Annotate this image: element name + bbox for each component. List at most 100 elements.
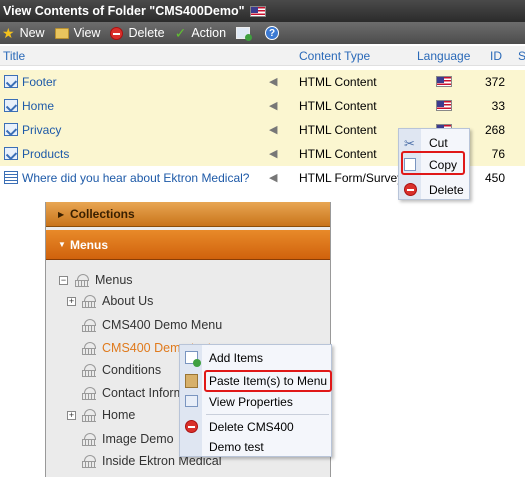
row-content-type: HTML Content (299, 147, 377, 161)
star-icon: ★ (2, 24, 15, 41)
row-title-link[interactable]: Privacy (22, 123, 61, 137)
arrow-left-icon[interactable]: ◀ (269, 123, 277, 136)
row-content-type: HTML Form/Survey (299, 171, 404, 185)
action-button[interactable]: ✓ Action (175, 25, 226, 42)
folder-icon (54, 27, 69, 39)
html-content-icon (4, 147, 18, 160)
view-label: View (73, 26, 101, 40)
menu-item-add-items[interactable]: Add Items (180, 347, 333, 369)
scissors-icon: ✂ (404, 136, 415, 151)
menu-item-view-properties[interactable]: View Properties (180, 391, 333, 413)
expand-toggle[interactable]: + (67, 297, 76, 306)
row-id: 372 (484, 75, 505, 89)
action-label: Action (191, 26, 227, 40)
column-title[interactable]: Title (3, 49, 25, 63)
row-id: 268 (484, 123, 505, 137)
us-flag-icon (436, 100, 452, 111)
add-items-icon (185, 351, 201, 367)
tree-node-label: Conditions (102, 363, 162, 377)
menu-icon (82, 433, 97, 446)
delete-icon (185, 420, 198, 433)
row-id: 450 (484, 171, 505, 185)
row-title-link[interactable]: Home (22, 99, 54, 113)
row-content-type: HTML Content (299, 123, 377, 137)
menu-item-label: Cut (429, 136, 448, 150)
html-content-icon (4, 123, 18, 136)
menu-icon (82, 364, 97, 377)
menu-item-label: View Properties (209, 395, 293, 409)
tree-node-label: Home (102, 408, 136, 422)
content-context-menu: ✂ Cut Copy Delete (398, 128, 470, 200)
menu-icon (82, 319, 97, 332)
menu-icon (82, 387, 97, 400)
arrow-left-icon[interactable]: ◀ (269, 99, 277, 112)
delete-icon (404, 183, 417, 196)
collections-label: Collections (70, 207, 135, 221)
checkmark-icon: ✓ (174, 24, 187, 41)
tree-node-label: CMS400 Demo Menu (102, 318, 223, 332)
row-title-link[interactable]: Products (22, 147, 69, 161)
view-button[interactable]: View (54, 26, 101, 40)
collections-accordion[interactable]: ▶ Collections (46, 202, 330, 227)
properties-icon (185, 395, 198, 407)
arrow-left-icon[interactable]: ◀ (269, 171, 277, 184)
html-content-icon (4, 99, 18, 112)
triangle-right-icon: ▶ (58, 210, 65, 219)
help-icon: ? (265, 26, 280, 40)
row-id: 76 (491, 147, 505, 161)
tree-node-label: About Us (102, 294, 154, 308)
row-id: 33 (491, 99, 505, 113)
us-flag-icon[interactable] (249, 5, 266, 17)
paste-highlight-box (204, 370, 332, 392)
folder-title: View Contents of Folder "CMS400Demo" (3, 4, 245, 18)
delete-label: Delete (128, 26, 165, 40)
new-button[interactable]: ★ New (0, 25, 45, 42)
menus-label: Menus (70, 238, 109, 252)
table-row[interactable]: Home ◀ HTML Content 33 (0, 94, 525, 118)
new-label: New (19, 26, 45, 40)
row-title-link[interactable]: Where did you hear about Ektron Medical? (22, 171, 249, 185)
menu-icon (82, 295, 97, 308)
row-content-type: HTML Content (299, 99, 377, 113)
paste-icon (185, 374, 198, 388)
menus-accordion[interactable]: ▼ Menus (46, 230, 330, 260)
menu-item-label: Add Items (209, 351, 264, 365)
menu-tree-context-menu: Add Items Paste Item(s) to Menu View Pro… (179, 344, 332, 457)
column-language[interactable]: Language (417, 49, 470, 63)
menu-item-label: Delete CMS400 (209, 420, 294, 434)
menu-icon (75, 274, 90, 287)
column-id[interactable]: ID (490, 49, 502, 63)
form-survey-icon (4, 171, 18, 184)
menu-icon (82, 409, 97, 422)
triangle-down-icon: ▼ (58, 240, 66, 249)
row-content-type: HTML Content (299, 75, 377, 89)
delete-button[interactable]: Delete (110, 26, 165, 40)
menu-item-demo-test[interactable]: Demo test (180, 436, 333, 458)
expand-toggle[interactable]: + (67, 411, 76, 420)
menu-item-delete[interactable]: Delete (399, 179, 471, 201)
column-content-type[interactable]: Content Type (299, 49, 370, 63)
arrow-left-icon[interactable]: ◀ (269, 147, 277, 160)
us-flag-icon (436, 76, 452, 87)
menu-item-label: Delete (429, 183, 464, 197)
delete-icon (110, 26, 124, 40)
list-header: Title Content Type Language ID S (0, 46, 525, 66)
menu-icon (82, 342, 97, 355)
menu-separator (206, 414, 329, 415)
window-title-bar: View Contents of Folder "CMS400Demo" (0, 0, 525, 22)
window-add-icon (236, 27, 253, 41)
menu-item-delete[interactable]: Delete CMS400 (180, 416, 333, 438)
add-window-button[interactable] (236, 27, 255, 41)
table-row[interactable]: Footer ◀ HTML Content 372 (0, 70, 525, 94)
menu-icon (82, 455, 97, 468)
copy-highlight-box (401, 151, 465, 175)
toolbar: ★ New View Delete ✓ Action ? (0, 22, 525, 44)
arrow-left-icon[interactable]: ◀ (269, 75, 277, 88)
collapse-toggle[interactable]: − (59, 276, 68, 285)
tree-node-label: Menus (95, 273, 133, 287)
help-button[interactable]: ? (265, 26, 284, 40)
column-status[interactable]: S (518, 49, 525, 63)
menu-item-label: Demo test (209, 440, 264, 454)
html-content-icon (4, 75, 18, 88)
row-title-link[interactable]: Footer (22, 75, 57, 89)
